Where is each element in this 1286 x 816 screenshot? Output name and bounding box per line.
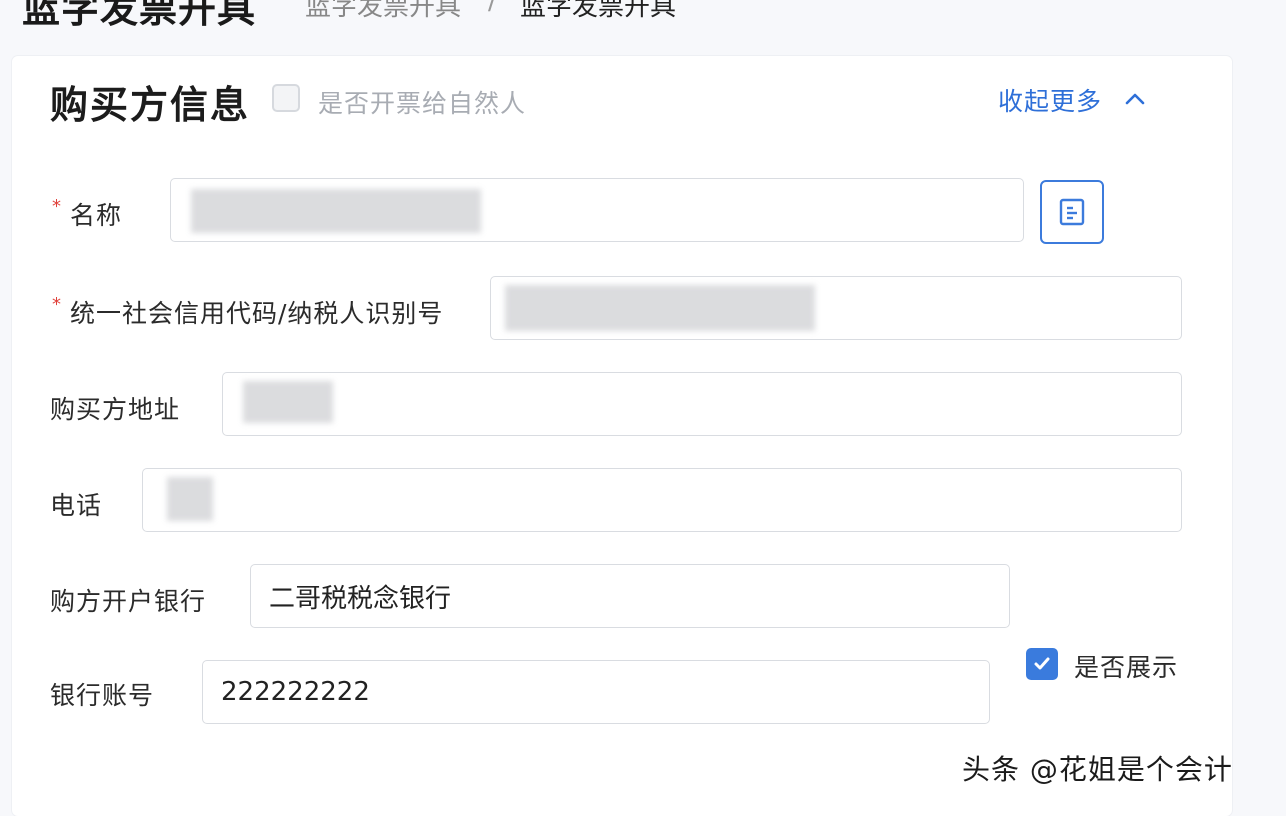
address-input[interactable] <box>222 372 1182 436</box>
breadcrumb-item-current: 蓝字发票开具 <box>520 0 677 22</box>
display-checkbox-label[interactable]: 是否展示 <box>1074 648 1178 684</box>
redacted-value <box>191 189 481 233</box>
address-label: 购买方地址 <box>50 395 181 424</box>
name-label: 名称 <box>70 201 123 230</box>
account-input[interactable]: 222222222 <box>202 660 990 724</box>
tax-id-label: 统一社会信用代码/纳税人识别号 <box>70 299 444 328</box>
breadcrumb-separator: / <box>488 0 497 16</box>
section-title: 购买方信息 <box>50 83 251 127</box>
collapse-more-link[interactable]: 收起更多 <box>998 82 1102 118</box>
phone-label: 电话 <box>50 491 103 520</box>
chevron-up-icon[interactable] <box>1124 88 1146 110</box>
page-title: 蓝字发票开具 <box>22 0 257 30</box>
document-list-icon <box>1059 198 1085 226</box>
account-input-value: 222222222 <box>221 677 370 707</box>
phone-input[interactable] <box>142 468 1182 532</box>
name-input[interactable] <box>170 178 1024 242</box>
breadcrumb-item-parent[interactable]: 蓝字发票开具 <box>305 0 461 23</box>
lookup-button[interactable] <box>1040 180 1104 244</box>
tax-id-input[interactable] <box>490 276 1182 340</box>
required-marker: * <box>52 294 61 315</box>
watermark: 头条 @花姐是个会计 <box>962 753 1233 786</box>
natural-person-checkbox[interactable] <box>272 84 300 112</box>
account-label: 银行账号 <box>50 681 155 710</box>
bank-input[interactable]: 二哥税税念银行 <box>250 564 1010 628</box>
required-marker: * <box>52 196 61 217</box>
display-checkbox[interactable] <box>1026 648 1058 680</box>
redacted-value <box>505 285 815 331</box>
redacted-value <box>167 477 213 521</box>
bank-label: 购方开户银行 <box>50 587 207 616</box>
natural-person-checkbox-label[interactable]: 是否开票给自然人 <box>318 84 526 120</box>
bank-input-value: 二哥税税念银行 <box>269 583 452 614</box>
page-header: 蓝字发票开具 蓝字发票开具 / 蓝字发票开具 <box>0 0 1286 30</box>
checkmark-icon <box>1034 657 1050 670</box>
redacted-value <box>243 381 333 423</box>
